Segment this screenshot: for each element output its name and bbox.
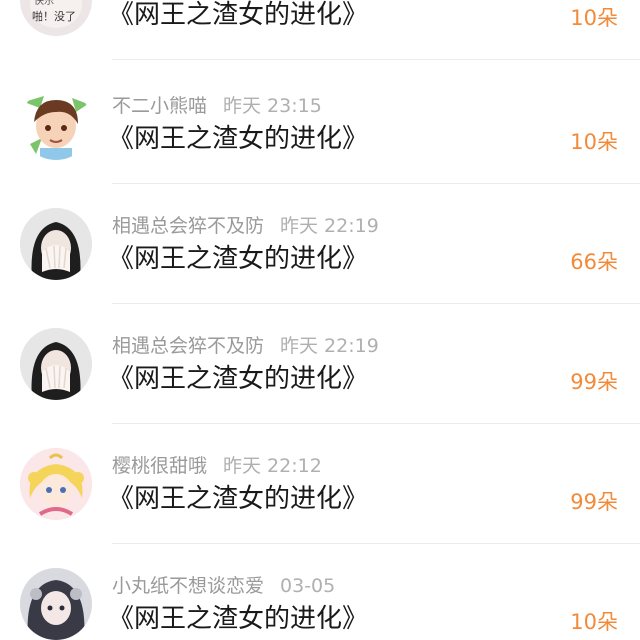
book-title: 《网王之渣女的进化》 bbox=[108, 484, 369, 514]
user-avatar-image bbox=[20, 328, 92, 400]
list-item[interactable]: 不二小熊喵 昨天 23:15 《网王之渣女的进化》 10朵 bbox=[0, 64, 640, 184]
list-item[interactable]: 相遇总会猝不及防 昨天 22:19 《网王之渣女的进化》 99朵 bbox=[0, 304, 640, 424]
gift-meta: 小丸纸不想谈恋爱 03-05 bbox=[112, 574, 335, 598]
gift-amount: 66朵 bbox=[570, 250, 618, 274]
gift-record-list: 快乐 啪！没了 《网王之渣女的进化》 10朵 不二小熊喵 昨天 23:15 《网… bbox=[0, 0, 640, 640]
username[interactable]: 樱桃很甜哦 bbox=[112, 455, 207, 477]
gift-meta: 相遇总会猝不及防 昨天 22:19 bbox=[112, 214, 379, 238]
list-item[interactable]: 快乐 啪！没了 《网王之渣女的进化》 10朵 bbox=[0, 0, 640, 60]
avatar[interactable] bbox=[20, 448, 92, 520]
username[interactable]: 相遇总会猝不及防 bbox=[112, 215, 264, 237]
username[interactable]: 小丸纸不想谈恋爱 bbox=[112, 575, 264, 597]
gift-amount: 10朵 bbox=[570, 6, 618, 30]
svg-text:快乐: 快乐 bbox=[34, 0, 54, 7]
gift-meta: 樱桃很甜哦 昨天 22:12 bbox=[112, 454, 322, 478]
timestamp: 昨天 22:19 bbox=[280, 335, 379, 357]
avatar[interactable] bbox=[20, 208, 92, 280]
book-title: 《网王之渣女的进化》 bbox=[108, 124, 369, 154]
user-avatar-image bbox=[20, 568, 92, 640]
book-title: 《网王之渣女的进化》 bbox=[108, 604, 369, 634]
svg-text:啪！没了: 啪！没了 bbox=[32, 9, 76, 23]
timestamp: 昨天 23:15 bbox=[223, 95, 322, 117]
user-avatar-image bbox=[20, 448, 92, 520]
username[interactable]: 相遇总会猝不及防 bbox=[112, 335, 264, 357]
list-item[interactable]: 小丸纸不想谈恋爱 03-05 《网王之渣女的进化》 10朵 bbox=[0, 544, 640, 640]
book-title: 《网王之渣女的进化》 bbox=[108, 364, 369, 394]
user-avatar-image: 快乐 啪！没了 bbox=[20, 0, 92, 36]
gift-amount: 99朵 bbox=[570, 490, 618, 514]
gift-amount: 99朵 bbox=[570, 370, 618, 394]
timestamp: 03-05 bbox=[280, 575, 336, 597]
gift-amount: 10朵 bbox=[570, 130, 618, 154]
book-title: 《网王之渣女的进化》 bbox=[108, 0, 369, 30]
gift-meta: 相遇总会猝不及防 昨天 22:19 bbox=[112, 334, 379, 358]
book-title: 《网王之渣女的进化》 bbox=[108, 244, 369, 274]
timestamp: 昨天 22:19 bbox=[280, 215, 379, 237]
user-avatar-image bbox=[20, 88, 92, 160]
username[interactable]: 不二小熊喵 bbox=[112, 95, 207, 117]
avatar[interactable] bbox=[20, 568, 92, 640]
gift-meta: 不二小熊喵 昨天 23:15 bbox=[112, 94, 322, 118]
avatar[interactable] bbox=[20, 88, 92, 160]
avatar[interactable]: 快乐 啪！没了 bbox=[20, 0, 92, 36]
list-item[interactable]: 樱桃很甜哦 昨天 22:12 《网王之渣女的进化》 99朵 bbox=[0, 424, 640, 544]
avatar[interactable] bbox=[20, 328, 92, 400]
timestamp: 昨天 22:12 bbox=[223, 455, 322, 477]
gift-amount: 10朵 bbox=[570, 610, 618, 634]
user-avatar-image bbox=[20, 208, 92, 280]
list-item[interactable]: 相遇总会猝不及防 昨天 22:19 《网王之渣女的进化》 66朵 bbox=[0, 184, 640, 304]
